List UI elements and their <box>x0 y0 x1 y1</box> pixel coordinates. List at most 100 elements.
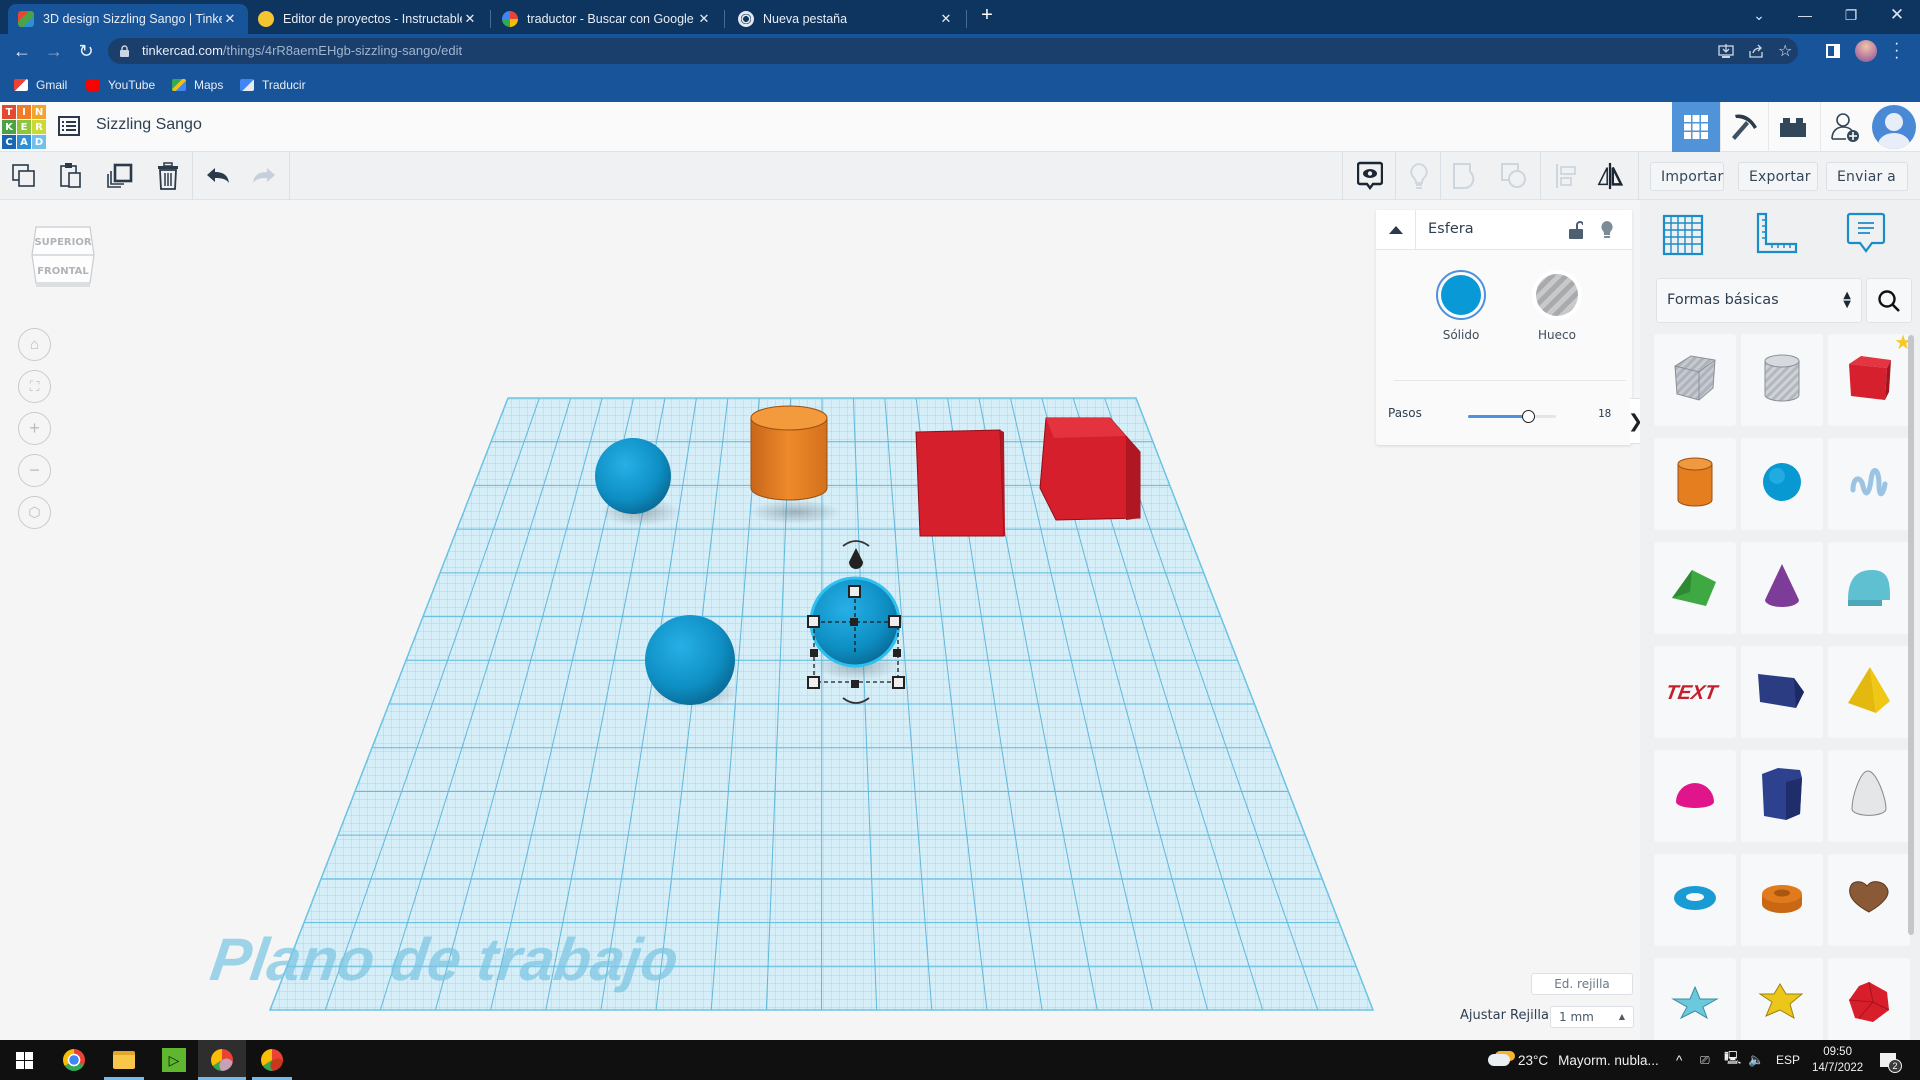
shape-tile-cylinder[interactable] <box>1654 438 1736 530</box>
back-icon[interactable]: ← <box>10 40 34 62</box>
solid-option[interactable] <box>1436 270 1486 320</box>
shape-tile-scribble[interactable] <box>1828 438 1910 530</box>
bookmark-maps[interactable]: Maps <box>172 76 223 94</box>
tinkercad-logo[interactable]: TIN KER CAD <box>2 105 46 149</box>
taskbar-chrome[interactable] <box>50 1040 98 1080</box>
tab-new-tab[interactable]: Nueva pestaña ✕ <box>728 4 964 34</box>
scene-box-1[interactable] <box>915 429 1005 537</box>
taskbar-chrome-second[interactable] <box>248 1040 296 1080</box>
redo-button[interactable] <box>250 162 278 190</box>
close-tab-icon[interactable]: ✕ <box>222 11 238 27</box>
collapse-inspector-button[interactable] <box>1376 210 1416 250</box>
restore-icon[interactable]: ❐ <box>1828 0 1874 30</box>
shape-tile-text[interactable]: TEXT <box>1654 646 1736 738</box>
delete-button[interactable] <box>154 162 182 190</box>
send-to-button[interactable]: Enviar a <box>1826 162 1908 191</box>
taskbar-chrome-active[interactable] <box>198 1040 246 1080</box>
shape-tile-box-hole[interactable] <box>1654 334 1736 426</box>
ungroup-button[interactable] <box>1500 162 1528 190</box>
shape-tile-sphere[interactable] <box>1741 438 1823 530</box>
align-button[interactable] <box>1552 162 1580 190</box>
minecraft-view-button[interactable] <box>1720 102 1768 152</box>
show-hidden-icons-button[interactable]: ^ <box>1676 1040 1682 1080</box>
design-list-icon[interactable] <box>58 116 80 136</box>
minimize-icon[interactable]: — <box>1782 0 1828 30</box>
volume-icon[interactable]: 🔈 <box>1748 1040 1764 1080</box>
notes-visibility-button[interactable] <box>1356 161 1384 190</box>
lock-toggle-icon[interactable] <box>1569 221 1584 244</box>
shape-tile-icosahedron[interactable] <box>1828 958 1910 1050</box>
notes-tool-button[interactable] <box>1846 212 1896 262</box>
taskbar-file-explorer[interactable] <box>100 1040 148 1080</box>
shape-search-button[interactable] <box>1866 278 1912 323</box>
start-button[interactable] <box>0 1040 48 1080</box>
export-button[interactable]: Exportar <box>1738 162 1818 191</box>
network-icon[interactable]: 🖳 <box>1724 1040 1741 1080</box>
tab-instructables[interactable]: Editor de proyectos - Instructables ✕ <box>248 4 488 34</box>
invite-user-button[interactable] <box>1820 102 1868 152</box>
close-tab-icon[interactable]: ✕ <box>938 11 954 27</box>
notification-center-button[interactable]: 2 <box>1880 1040 1902 1080</box>
shape-tile-star[interactable] <box>1654 958 1736 1050</box>
close-tab-icon[interactable]: ✕ <box>696 11 712 27</box>
meet-now-icon[interactable]: ⎚ <box>1700 1040 1710 1080</box>
3d-design-view-button[interactable] <box>1672 102 1720 152</box>
edit-grid-button[interactable]: Ed. rejilla <box>1531 973 1633 995</box>
shape-tile-star-extruded[interactable] <box>1741 958 1823 1050</box>
snap-grid-select[interactable]: 1 mm ▲ <box>1550 1006 1634 1028</box>
shape-tile-polygon[interactable] <box>1741 646 1823 738</box>
group-button[interactable] <box>1452 162 1480 190</box>
bookmark-star-icon[interactable]: ☆ <box>1778 41 1792 61</box>
bookmark-gmail[interactable]: Gmail <box>14 76 67 94</box>
shape-tile-box[interactable]: ★ <box>1828 332 1912 426</box>
forward-icon[interactable]: → <box>42 40 66 62</box>
share-icon[interactable] <box>1748 43 1764 59</box>
bookmark-translate[interactable]: Traducir <box>240 76 306 94</box>
workplane-tool-button[interactable] <box>1660 212 1710 262</box>
shape-tile-cone[interactable] <box>1741 542 1823 634</box>
bookmark-youtube[interactable]: YouTube <box>86 76 155 94</box>
chrome-menu-icon[interactable]: · · · <box>1894 36 1899 66</box>
shape-tile-hexagonal-prism[interactable] <box>1741 750 1823 842</box>
shape-tile-half-sphere[interactable] <box>1654 750 1736 842</box>
language-indicator[interactable]: ESP <box>1776 1040 1800 1080</box>
steps-slider[interactable] <box>1468 410 1556 423</box>
3d-workspace[interactable]: SUPERIOR FRONTAL ⌂ ⛶ + − ⬡ Plano de trab… <box>0 200 1640 1040</box>
shape-tile-heart[interactable] <box>1828 854 1910 946</box>
user-avatar[interactable] <box>1872 105 1916 149</box>
hide-toggle-lightbulb-icon[interactable] <box>1600 220 1614 245</box>
new-tab-button[interactable]: + <box>976 4 998 30</box>
shape-tile-torus[interactable] <box>1654 854 1736 946</box>
weather-widget[interactable]: 23°C Mayorm. nubla... <box>1488 1040 1659 1080</box>
side-panel-icon[interactable] <box>1826 44 1840 58</box>
design-title[interactable]: Sizzling Sango <box>96 116 202 134</box>
shape-tile-roof[interactable] <box>1654 542 1736 634</box>
paste-button[interactable] <box>57 162 85 190</box>
copy-button[interactable] <box>10 162 38 190</box>
shapes-panel-scrollbar[interactable] <box>1908 335 1914 935</box>
shape-tile-tube[interactable] <box>1741 854 1823 946</box>
lego-view-button[interactable] <box>1768 102 1816 152</box>
shape-tile-cylinder-hole[interactable] <box>1741 334 1823 426</box>
scene-cylinder[interactable] <box>749 405 841 524</box>
tab-search-icon[interactable]: ⌄ <box>1736 0 1782 30</box>
import-button[interactable]: Importar <box>1650 162 1724 191</box>
clock[interactable]: 09:50 14/7/2022 <box>1812 1040 1863 1080</box>
mirror-button[interactable] <box>1596 162 1624 190</box>
ruler-tool-button[interactable] <box>1754 212 1804 262</box>
install-app-icon[interactable] <box>1718 43 1734 59</box>
shape-tile-paraboloid[interactable] <box>1828 750 1910 842</box>
undo-button[interactable] <box>204 162 232 190</box>
tab-google[interactable]: traductor - Buscar con Google ✕ <box>492 4 722 34</box>
reload-icon[interactable]: ↻ <box>74 40 98 62</box>
shape-tile-pyramid[interactable] <box>1828 646 1910 738</box>
taskbar-media-app[interactable]: ▷ <box>150 1040 198 1080</box>
close-tab-icon[interactable]: ✕ <box>462 11 478 27</box>
tab-tinkercad[interactable]: 3D design Sizzling Sango | Tinkercad ✕ <box>8 4 248 34</box>
show-all-button[interactable] <box>1405 162 1433 190</box>
profile-avatar[interactable] <box>1855 40 1877 62</box>
shape-tile-round-roof[interactable] <box>1828 542 1910 634</box>
steps-slider-thumb[interactable] <box>1521 410 1535 423</box>
shape-category-select[interactable]: Formas básicas ▲ ▼ <box>1656 278 1862 323</box>
hole-option[interactable] <box>1532 270 1582 320</box>
